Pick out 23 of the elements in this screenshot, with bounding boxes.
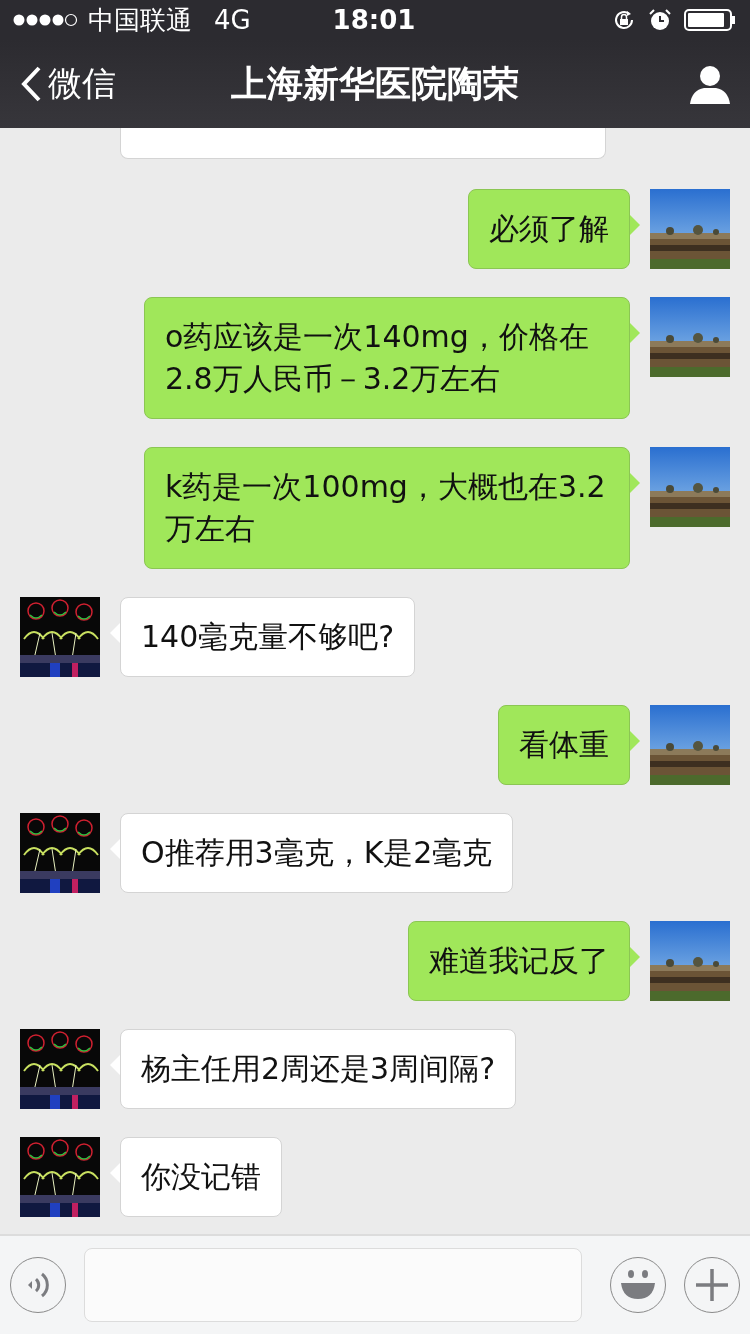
profile-icon[interactable] — [690, 64, 730, 104]
message-bubble: O推荐用3毫克，K是2毫克 — [110, 813, 514, 893]
back-chevron-icon — [20, 65, 42, 103]
smiley-icon — [619, 1270, 657, 1300]
network-type: 4G — [214, 5, 251, 35]
message-bubble: 看体重 — [498, 705, 640, 785]
message-bubble: o药应该是一次140mg，价格在2.8万人民币－3.2万左右 — [144, 297, 640, 419]
message-bubble: 杨主任用2周还是3周间隔? — [110, 1029, 517, 1109]
message-input-field[interactable] — [84, 1248, 582, 1322]
clock-time: 18:01 — [332, 5, 416, 35]
battery-icon — [684, 8, 736, 32]
message-bubble: 必须了解 — [468, 189, 640, 269]
carrier-name: 中国联通 — [88, 3, 192, 37]
plus-icon — [695, 1268, 729, 1302]
signal-icon — [12, 13, 78, 27]
chat-title: 上海新华医院陶荣 — [231, 62, 519, 104]
message-bubble: 140毫克量不够吧? — [110, 597, 416, 677]
message-bubble: 你没记错 — [110, 1137, 282, 1217]
back-button[interactable]: 微信 — [20, 61, 180, 107]
message-bubble: k药是一次100mg，大概也在3.2万左右 — [144, 447, 640, 569]
message-bubble: 难道我记反了 — [408, 921, 640, 1001]
rotation-lock-icon — [612, 8, 636, 32]
alarm-icon — [648, 8, 672, 32]
